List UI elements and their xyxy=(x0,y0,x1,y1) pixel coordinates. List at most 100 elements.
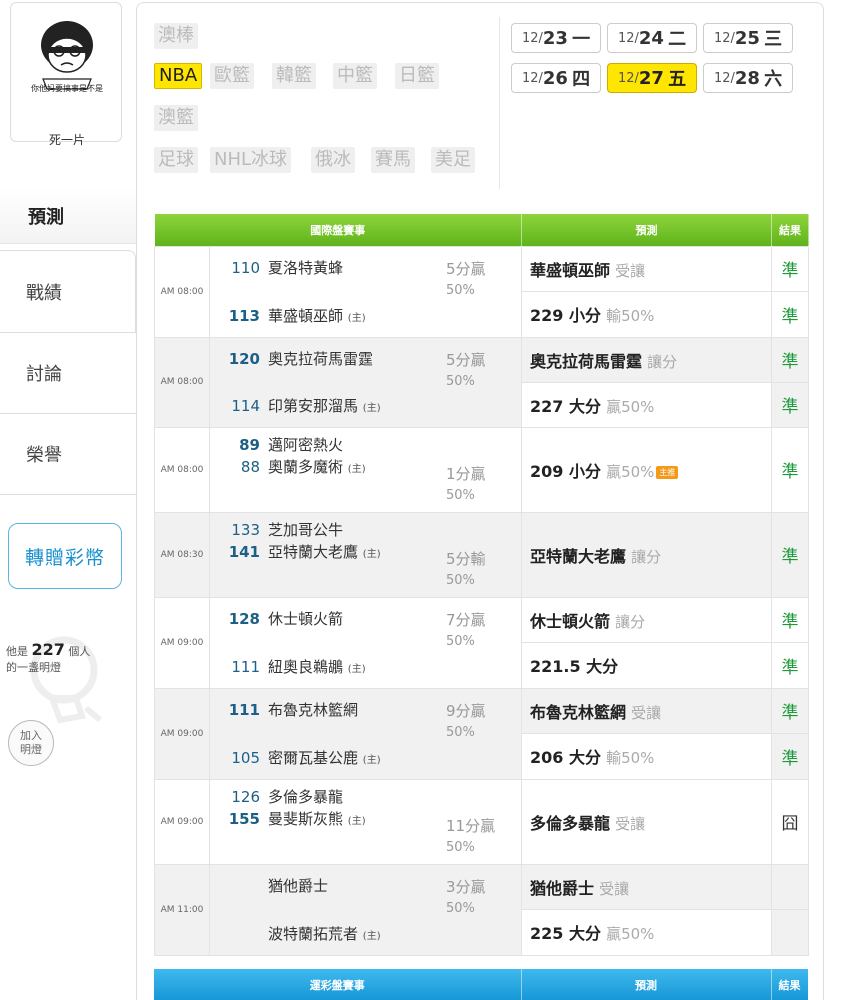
prediction-cell[interactable]: 布魯克林籃網 受讓 xyxy=(521,687,772,734)
league-tab-soccer[interactable]: 足球 xyxy=(154,147,198,173)
spread-percent: 50% xyxy=(446,724,475,740)
prediction-cell[interactable]: 229 小分 輸50% xyxy=(521,291,772,338)
join-label: 加入 明燈 xyxy=(20,729,42,757)
result-cell: 準 xyxy=(771,687,809,734)
date-month: 12/ xyxy=(713,30,735,46)
home-team[interactable]: 114 印第安那溜馬 (主) xyxy=(210,395,440,416)
home-team[interactable]: 波特蘭拓荒者 (主) xyxy=(210,923,440,944)
prediction-cell[interactable]: 亞特蘭大老鷹 讓分 xyxy=(521,511,772,598)
table-row: AM 11:00 猶他爵士 波特蘭拓荒者 (主) 3分贏 50% 猶他爵士 受讓 xyxy=(154,863,809,956)
sidebar-item-record[interactable]: 戰績 xyxy=(0,250,136,332)
sidebar-item-discussion[interactable]: 討論 xyxy=(0,333,136,413)
result-cell: 準 xyxy=(771,291,809,338)
away-team[interactable]: 110 夏洛特黃蜂 xyxy=(210,257,440,278)
date-button-12-28[interactable]: 12/28 六 xyxy=(703,63,793,93)
spread-odds: 9分贏 50% xyxy=(446,701,486,743)
home-mark: (主) xyxy=(362,402,381,414)
league-tab-russia-hockey[interactable]: 俄冰 xyxy=(311,147,355,173)
home-team[interactable]: 88 奧蘭多魔術 (主) xyxy=(210,456,440,477)
prediction-pick: 休士頓火箭 xyxy=(530,611,611,631)
date-button-12-24[interactable]: 12/24 二 xyxy=(607,23,697,53)
sidebar-item-label: 戰績 xyxy=(26,282,62,304)
home-team-name: 奧蘭多魔術 xyxy=(268,457,344,476)
sidebar-item-honor[interactable]: 榮譽 xyxy=(0,414,136,494)
date-day: 27 xyxy=(638,67,664,89)
game-teams: 128 休士頓火箭 111 紐奧良鵜鶘 (主) 7分贏 50% xyxy=(209,596,522,689)
away-team[interactable]: 89 邁阿密熱火 xyxy=(210,434,440,455)
prediction-cell[interactable]: 209 小分 贏50% 主推 xyxy=(521,426,772,513)
home-team[interactable]: 105 密爾瓦基公鹿 (主) xyxy=(210,747,440,768)
spread-odds: 7分贏 50% xyxy=(446,610,486,652)
gift-coins-button[interactable]: 轉贈彩幣 xyxy=(8,523,122,589)
home-team[interactable]: 141 亞特蘭大老鷹 (主) xyxy=(210,541,440,562)
away-team-name: 多倫多暴龍 xyxy=(268,787,344,806)
league-tab-korea-basketball[interactable]: 韓籃 xyxy=(272,63,316,89)
away-team-name: 猶他爵士 xyxy=(268,876,329,895)
game-teams: 126 多倫多暴龍 155 曼斐斯灰熊 (主) 11分贏 50% xyxy=(209,778,522,865)
league-tab-nhl[interactable]: NHL冰球 xyxy=(210,147,292,173)
international-games-table: 國際盤賽事 預測 結果 AM 08:00 110 夏洛特黃蜂 113 華盛頓巫師 (主)… xyxy=(154,214,809,956)
league-tab-aus-basketball[interactable]: 澳籃 xyxy=(154,105,198,131)
prediction-sub: 讓分 xyxy=(631,547,662,566)
game-time: AM 08:00 xyxy=(154,245,210,338)
league-tab-horse-racing[interactable]: 賽馬 xyxy=(371,147,415,173)
date-month: 12/ xyxy=(617,30,639,46)
home-team-name: 密爾瓦基公鹿 xyxy=(268,748,359,767)
date-month: 12/ xyxy=(617,70,639,86)
away-team-name: 邁阿密熱火 xyxy=(268,435,344,454)
home-team[interactable]: 111 紐奧良鵜鶘 (主) xyxy=(210,656,440,677)
away-team[interactable]: 133 芝加哥公牛 xyxy=(210,519,440,540)
league-tab-american-football[interactable]: 美足 xyxy=(431,147,475,173)
fan-suffix-2: 的一盞明燈 xyxy=(6,661,61,674)
sidebar: 你他妈要搞事是不是 死一片 預測 戰績 討論 榮譽 轉贈彩幣 他是 227 個人… xyxy=(0,0,136,1000)
game-teams: 133 芝加哥公牛 141 亞特蘭大老鷹 (主) 5分輸 50% xyxy=(209,511,522,598)
avatar[interactable]: 你他妈要搞事是不是 死一片 xyxy=(10,2,122,147)
result-cell: 準 xyxy=(771,426,809,513)
table-row: AM 09:00 128 休士頓火箭 111 紐奧良鵜鶘 (主) 7分贏 50% 休士頓火箭 … xyxy=(154,596,809,689)
prediction-sub: 贏50% xyxy=(606,462,655,481)
avatar-caption: 你他妈要搞事是不是 xyxy=(31,84,103,93)
league-tab-euro-basketball[interactable]: 歐籃 xyxy=(210,63,254,89)
prediction-cell[interactable]: 227 大分 贏50% xyxy=(521,381,772,428)
prediction-cell[interactable]: 奧克拉荷馬雷霆 讓分 xyxy=(521,336,772,383)
sidebar-item-label: 榮譽 xyxy=(26,445,62,466)
home-team[interactable]: 113 華盛頓巫師 (主) xyxy=(210,305,440,326)
result-cell: 準 xyxy=(771,381,809,428)
spread-percent: 50% xyxy=(446,373,475,389)
prediction-cell[interactable]: 猶他爵士 受讓 xyxy=(521,863,772,910)
away-team[interactable]: 126 多倫多暴龍 xyxy=(210,786,440,807)
date-button-12-23[interactable]: 12/23 一 xyxy=(511,23,601,53)
game-time: AM 08:00 xyxy=(154,336,210,428)
prediction-cell[interactable]: 多倫多暴龍 受讓 xyxy=(521,778,772,865)
prediction-pick: 亞特蘭大老鷹 xyxy=(530,546,627,566)
league-tab-aus-baseball[interactable]: 澳棒 xyxy=(154,23,198,49)
league-tab-japan-basketball[interactable]: 日籃 xyxy=(395,63,439,89)
prediction-pick: 225 大分 xyxy=(530,924,601,944)
date-button-12-27[interactable]: 12/27 五 xyxy=(607,63,697,93)
league-tab-china-basketball[interactable]: 中籃 xyxy=(333,63,377,89)
away-team[interactable]: 111 布魯克林籃網 xyxy=(210,699,440,720)
home-mark: (主) xyxy=(347,312,366,324)
prediction-cell[interactable]: 休士頓火箭 讓分 xyxy=(521,596,772,643)
spread-odds: 3分贏 50% xyxy=(446,877,486,919)
featured-badge: 主推 xyxy=(656,465,679,479)
home-mark: (主) xyxy=(347,463,366,475)
sidebar-item-prediction[interactable]: 預測 xyxy=(0,188,136,244)
home-team[interactable]: 155 曼斐斯灰熊 (主) xyxy=(210,808,440,829)
away-team[interactable]: 128 休士頓火箭 xyxy=(210,608,440,629)
fan-prefix: 他是 xyxy=(6,645,28,658)
prediction-cell[interactable]: 221.5 大分 xyxy=(521,642,772,689)
prediction-cell[interactable]: 225 大分 贏50% xyxy=(521,909,772,956)
date-button-12-26[interactable]: 12/26 四 xyxy=(511,63,601,93)
prediction-cell[interactable]: 206 大分 輸50% xyxy=(521,733,772,780)
home-team-score: 114 xyxy=(231,396,260,415)
away-team[interactable]: 120 奧克拉荷馬雷霆 xyxy=(210,348,440,369)
prediction-pick: 229 小分 xyxy=(530,306,601,326)
prediction-cell[interactable]: 華盛頓巫師 受讓 xyxy=(521,245,772,292)
join-lamp-button[interactable]: 加入 明燈 xyxy=(8,720,54,766)
date-button-12-25[interactable]: 12/25 三 xyxy=(703,23,793,53)
away-team[interactable]: 猶他爵士 xyxy=(210,875,440,896)
spread-text: 11分贏 xyxy=(446,816,496,835)
prediction-pick: 猶他爵士 xyxy=(530,878,595,898)
league-tab-nba[interactable]: NBA xyxy=(154,63,203,89)
